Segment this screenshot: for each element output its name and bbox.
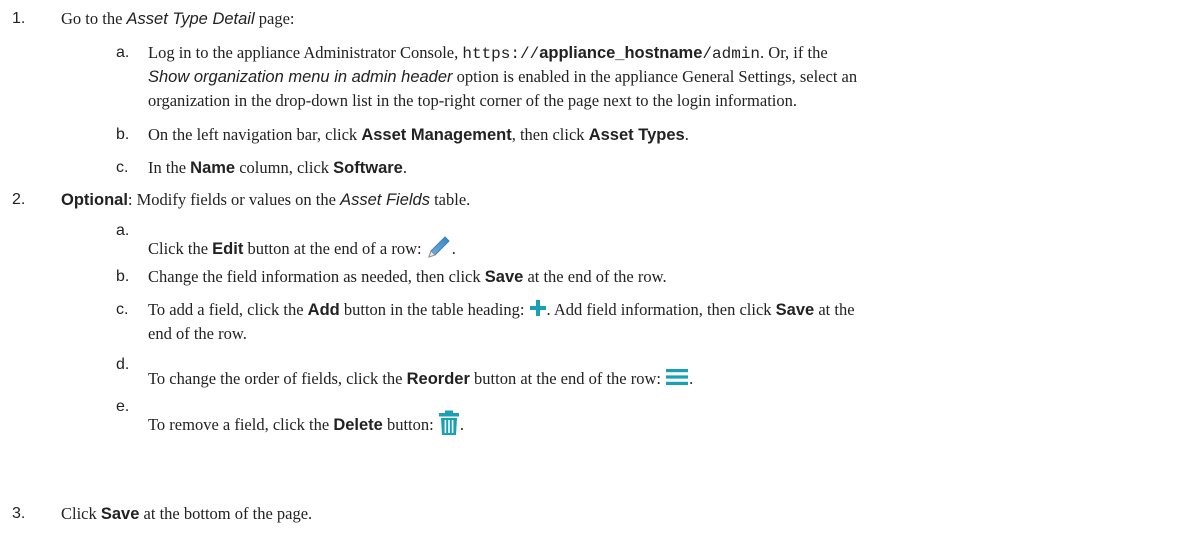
trash-icon <box>438 410 460 442</box>
substep-letter: e. <box>116 398 130 415</box>
reorder-icon <box>665 368 689 392</box>
substep-letter: b. <box>116 126 130 143</box>
instructions-document: 1. Go to the Asset Type Detail page: a. … <box>12 9 858 523</box>
step-text: Go to the Asset Type Detail page: <box>61 9 295 28</box>
page-name: Asset Type Detail <box>126 10 255 28</box>
option-name: Show organization menu in admin header <box>148 68 453 86</box>
substep-letter: b. <box>116 268 130 285</box>
substep-letter: a. <box>116 44 130 61</box>
plus-icon <box>529 299 547 323</box>
substep-letter: d. <box>116 356 130 373</box>
substep-letter: a. <box>116 222 130 239</box>
substep-text: Log in to the appliance Administrator Co… <box>148 43 828 63</box>
substep-letter: c. <box>116 159 129 176</box>
pencil-icon <box>426 234 452 266</box>
table-name: Asset Fields <box>340 191 430 209</box>
step-number: 2. <box>12 191 26 208</box>
console-url: https://appliance_hostname/admin <box>462 44 761 63</box>
step-number: 3. <box>12 505 26 522</box>
substep-letter: c. <box>116 301 129 318</box>
step-number: 1. <box>12 10 26 27</box>
